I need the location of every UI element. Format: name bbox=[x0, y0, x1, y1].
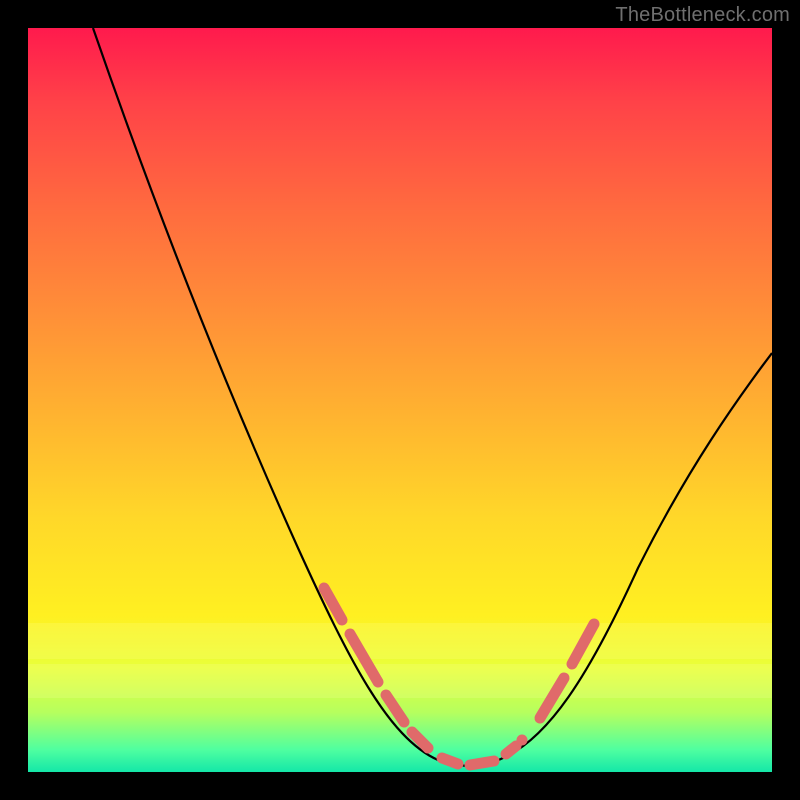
plot-area bbox=[28, 28, 772, 772]
chart-frame: TheBottleneck.com bbox=[0, 0, 800, 800]
highlight-segments bbox=[324, 588, 594, 765]
curve-layer bbox=[28, 28, 772, 772]
watermark-text: TheBottleneck.com bbox=[615, 4, 790, 27]
bottleneck-curve bbox=[93, 28, 772, 766]
